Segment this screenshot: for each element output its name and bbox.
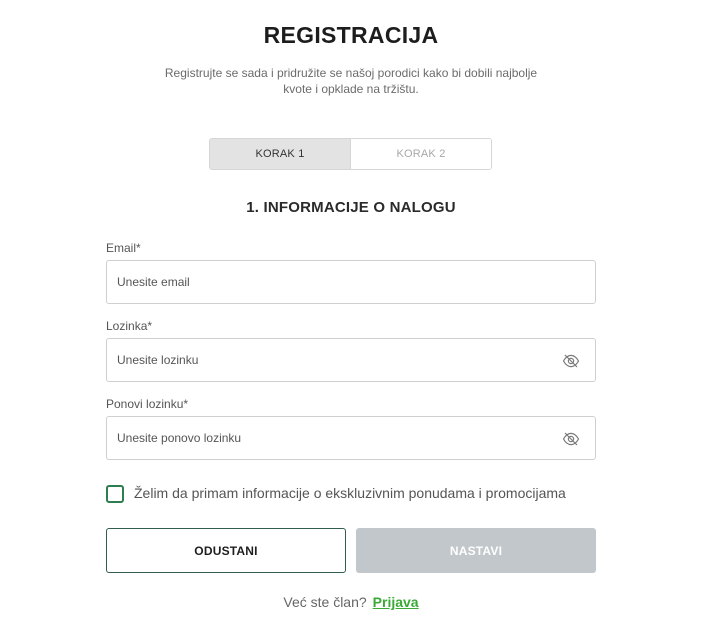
login-link[interactable]: Prijava	[373, 594, 419, 610]
page-subtitle: Registrujte se sada i pridružite se našo…	[164, 66, 538, 96]
promo-checkbox-label[interactable]: Želim da primam informacije o ekskluzivn…	[134, 485, 566, 501]
next-button[interactable]: NASTAVI	[356, 528, 596, 573]
confirm-password-input[interactable]	[107, 417, 595, 459]
password-input[interactable]	[107, 339, 595, 381]
confirm-password-field-container	[106, 416, 596, 460]
eye-off-icon[interactable]	[562, 430, 580, 448]
section-title: 1. INFORMACIJE O NALOGU	[246, 199, 456, 216]
cancel-button[interactable]: ODUSTANI	[106, 528, 346, 573]
confirm-password-label: Ponovi lozinku*	[106, 397, 189, 411]
login-prompt: Već ste član? Prijava	[0, 594, 702, 610]
email-label: Email*	[106, 241, 141, 255]
page-title: REGISTRACIJA	[263, 22, 439, 48]
password-field-container	[106, 338, 596, 382]
step-2-tab[interactable]: KORAK 2	[351, 139, 491, 169]
eye-off-icon[interactable]	[562, 352, 580, 370]
email-field-container	[106, 260, 596, 304]
password-label: Lozinka*	[106, 319, 153, 333]
promo-checkbox[interactable]	[106, 485, 124, 503]
step-indicator: KORAK 1 KORAK 2	[209, 138, 492, 170]
step-1-tab[interactable]: KORAK 1	[210, 139, 351, 169]
login-question: Već ste član?	[283, 594, 367, 610]
email-input[interactable]	[107, 261, 595, 303]
